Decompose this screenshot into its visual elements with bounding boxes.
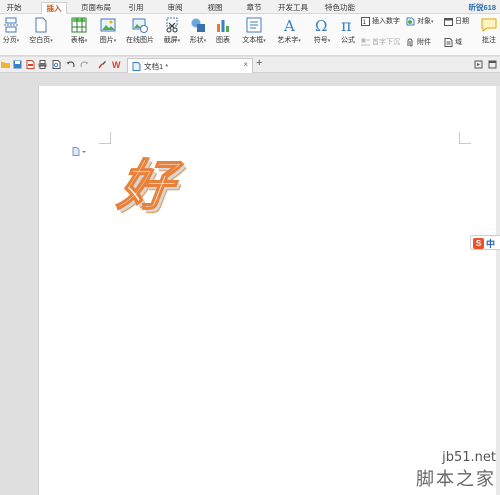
chart-button[interactable]: 图表	[212, 17, 234, 45]
sogou-logo-icon: S	[473, 238, 484, 249]
wordart-text[interactable]: 好	[114, 152, 178, 218]
textbox-button[interactable]: 文本框▾	[238, 17, 270, 46]
ime-indicator[interactable]: S 中	[470, 235, 500, 250]
picture-icon	[100, 18, 116, 32]
print-preview-icon[interactable]	[52, 60, 61, 69]
svg-text:A: A	[283, 17, 295, 33]
corner-mark-top-right	[459, 132, 471, 144]
paperclip-icon	[407, 38, 413, 47]
ribbon-insert: 分页▾ 空白页▾ 表格▾ 图片▾ 在线图片 截屏▾ 形状▾ 图表 文本框▾ A …	[0, 14, 500, 56]
export-pdf-icon[interactable]	[26, 60, 35, 69]
tab-references[interactable]: 引用	[124, 2, 148, 14]
tab-page-layout[interactable]: 页面布局	[78, 2, 114, 14]
tab-developer[interactable]: 开发工具	[275, 2, 311, 14]
object-icon	[406, 17, 415, 26]
site-watermark: jb51.net 脚本之家	[416, 450, 496, 491]
drop-cap-icon	[361, 38, 370, 46]
screenshot-button[interactable]: 截屏▾	[160, 17, 184, 46]
ime-mode-label: 中	[486, 239, 496, 249]
document-page[interactable]: 好	[38, 86, 500, 495]
attachment-button[interactable]: 附件	[406, 37, 431, 48]
formula-button[interactable]: π 公式	[337, 17, 359, 45]
chart-icon	[217, 20, 229, 32]
field-icon	[444, 37, 453, 47]
folder-icon[interactable]	[1, 60, 10, 69]
document-icon	[132, 62, 141, 71]
blank-page-icon	[35, 17, 47, 33]
svg-text:W: W	[112, 60, 121, 69]
page-break-icon	[4, 17, 18, 33]
date-button[interactable]: 日期	[444, 16, 469, 27]
wordart-icon: A	[283, 17, 295, 33]
object-button[interactable]: 对象▾	[406, 16, 434, 27]
table-icon	[71, 17, 87, 33]
tab-insert[interactable]: 插入	[41, 2, 67, 14]
document-tab[interactable]: 文档1 * ×	[127, 58, 253, 73]
number-icon: 1	[361, 16, 370, 26]
page-break-button[interactable]: 分页▾	[0, 17, 22, 46]
svg-text:Ω: Ω	[315, 17, 327, 33]
scissors-icon	[166, 17, 178, 33]
new-tab-button[interactable]: +	[256, 57, 262, 69]
calendar-icon	[444, 17, 453, 26]
close-tab-button[interactable]: ×	[243, 60, 248, 69]
print-icon[interactable]	[38, 60, 47, 69]
watermark-site-name: 脚本之家	[416, 469, 496, 490]
tab-section[interactable]: 章节	[242, 2, 266, 14]
textbox-icon	[246, 17, 262, 33]
undo-icon[interactable]	[66, 60, 75, 69]
online-picture-icon	[132, 18, 148, 33]
quick-access-toolbar: W 文档1 * × +	[0, 57, 500, 73]
blank-page-button[interactable]: 空白页▾	[26, 17, 56, 46]
tab-view[interactable]: 视图	[203, 2, 227, 14]
omega-icon: Ω	[315, 17, 327, 33]
save-icon[interactable]	[13, 60, 22, 69]
shapes-icon	[191, 18, 205, 32]
vertical-scrollbar[interactable]	[496, 86, 500, 495]
paragraph-options-icon[interactable]	[72, 147, 86, 156]
restore-window-icon[interactable]	[474, 60, 483, 69]
pi-icon: π	[341, 17, 352, 33]
format-painter-icon[interactable]	[98, 60, 107, 69]
comment-button[interactable]: 批注	[478, 17, 500, 45]
ribbon-toggle-icon[interactable]	[488, 60, 497, 69]
redo-icon[interactable]	[80, 60, 89, 69]
menu-tab-bar: 开始 插入 页面布局 引用 审阅 视图 章节 开发工具 特色功能 昕锐618	[0, 0, 500, 14]
tab-review[interactable]: 审阅	[163, 2, 187, 14]
user-name[interactable]: 昕锐618	[468, 2, 496, 13]
table-button[interactable]: 表格▾	[66, 17, 92, 46]
corner-mark-top-left	[99, 132, 111, 144]
symbol-button[interactable]: Ω 符号▾	[310, 17, 334, 46]
wps-logo-icon[interactable]: W	[112, 60, 121, 69]
watermark-url: jb51.net	[442, 450, 496, 465]
insert-number-button[interactable]: 1 插入数字	[361, 16, 400, 27]
document-tab-title: 文档1 *	[144, 62, 169, 71]
wordart-button[interactable]: A 艺术字▾	[273, 17, 305, 46]
comment-icon	[481, 18, 497, 32]
drop-cap-button[interactable]: 首字下沉	[361, 37, 400, 48]
svg-text:π: π	[341, 17, 352, 33]
picture-button[interactable]: 图片▾	[95, 17, 121, 46]
shape-button[interactable]: 形状▾	[186, 17, 210, 46]
tab-home[interactable]: 开始	[2, 2, 26, 14]
field-button[interactable]: 域	[444, 37, 462, 48]
online-picture-button[interactable]: 在线图片	[124, 17, 156, 45]
tab-special-features[interactable]: 特色功能	[322, 2, 358, 14]
